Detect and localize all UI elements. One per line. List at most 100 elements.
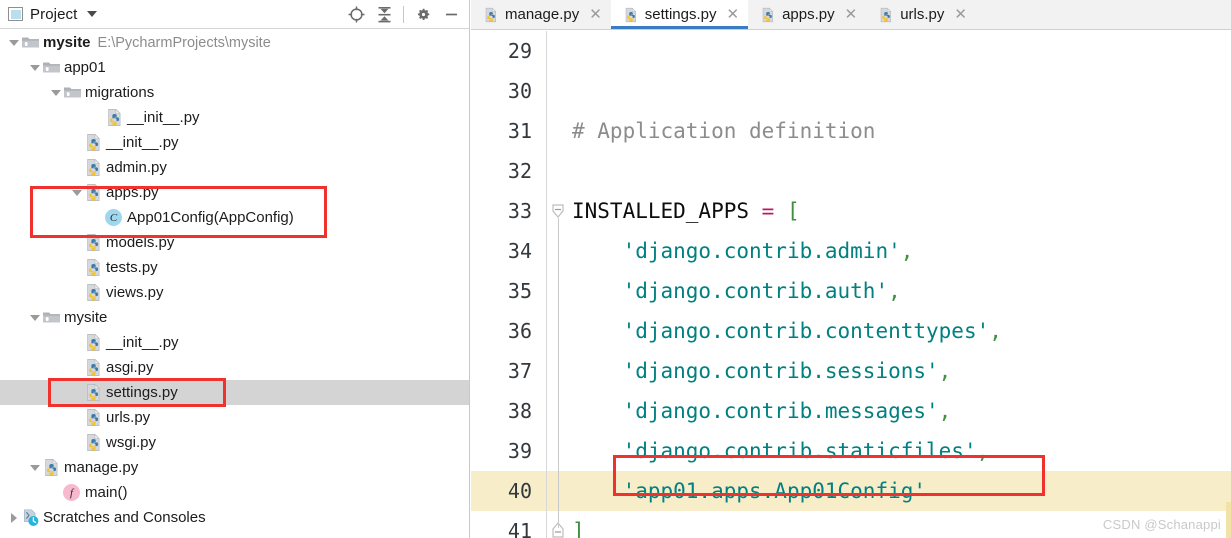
fold-spacer [546,231,572,271]
code-line-38[interactable]: 38 'django.contrib.messages', [471,391,1231,431]
scratches-icon [21,508,40,527]
editor-area: manage.py✕settings.py✕apps.py✕ urls.py ✕ 2… [471,0,1231,538]
python-file-icon [878,7,894,23]
folder-icon [42,308,61,327]
tree-row-label: Scratches and Consoles [43,505,206,530]
tree-row-mysite-root[interactable]: mysite E:\PycharmProjects\mysite [0,30,469,55]
token-plain [572,359,623,383]
code-text: 'django.contrib.staticfiles', [572,431,989,471]
token-bracket: [ [787,199,800,223]
tree-row-label: views.py [106,280,164,305]
tree-row-label: main() [85,480,128,505]
token-plain [572,479,623,503]
fold-collapse-icon[interactable] [546,191,572,231]
chevron-down-icon[interactable] [69,180,84,205]
code-line-36[interactable]: 36 'django.contrib.contenttypes', [471,311,1231,351]
tree-row-migrations[interactable]: migrations [0,80,469,105]
panel-title: Project [30,6,77,23]
tree-row-mysite-pkg[interactable]: mysite [0,305,469,330]
chevron-down-icon[interactable] [27,55,42,80]
editor-tab-urls-py[interactable]: urls.py ✕ [866,0,976,29]
token-plain [572,239,623,263]
fold-spacer [546,31,572,71]
tree-row-label: settings.py [106,380,178,405]
tree-row-app01[interactable]: app01 [0,55,469,80]
tree-row-apps-py[interactable]: apps.py [0,180,469,205]
close-icon[interactable]: ✕ [954,7,967,22]
tree-row-app01config-class[interactable]: CApp01Config(AppConfig) [0,205,469,230]
code-editor[interactable]: 293031 # Application definition3233INSTAL… [471,31,1231,538]
tree-row-wsgi-py[interactable]: wsgi.py [0,430,469,455]
fold-end-icon[interactable] [546,511,572,538]
chevron-right-icon[interactable] [6,505,21,530]
minimize-icon[interactable] [437,1,465,27]
chevron-down-icon[interactable] [6,30,21,55]
editor-tab-manage-py[interactable]: manage.py✕ [471,0,611,29]
chevron-down-icon[interactable] [27,455,42,480]
editor-tab-bar: manage.py✕settings.py✕apps.py✕ urls.py ✕ [471,0,1231,30]
chevron-down-icon[interactable] [48,80,63,105]
code-line-37[interactable]: 37 'django.contrib.sessions', [471,351,1231,391]
gutter-separator [546,31,547,538]
tree-row-urls-py[interactable]: urls.py [0,405,469,430]
code-line-40[interactable]: 40 'app01.apps.App01Config' [471,471,1231,511]
tree-row-main-func[interactable]: fmain() [0,480,469,505]
code-text: # Application definition [572,111,875,151]
editor-tab-apps-py[interactable]: apps.py✕ [748,0,866,29]
code-text: 'django.contrib.sessions', [572,351,951,391]
token-plain [572,319,623,343]
token-op: = [762,199,775,223]
tree-row-label: mysite [64,305,107,330]
tree-row-scratches[interactable]: Scratches and Consoles [0,505,469,530]
watermark-text: CSDN @Schanappi [1103,517,1221,532]
tree-row-settings-py[interactable]: settings.py [0,380,469,405]
code-line-34[interactable]: 34 'django.contrib.admin', [471,231,1231,271]
collapse-all-icon[interactable] [370,1,398,27]
line-number: 31 [471,111,546,151]
folder-icon [21,33,40,52]
python-file-icon [84,333,103,352]
code-line-39[interactable]: 39 'django.contrib.staticfiles', [471,431,1231,471]
chevron-down-icon[interactable] [87,11,97,17]
close-icon[interactable]: ✕ [845,7,858,22]
tab-label: urls.py [900,6,944,23]
code-line-33[interactable]: 33INSTALLED_APPS = [ [471,191,1231,231]
project-tree[interactable]: mysite E:\PycharmProjects\mysite app01migr… [0,30,469,538]
tree-row-mysite-init[interactable]: __init__.py [0,330,469,355]
tree-row-views-py[interactable]: views.py [0,280,469,305]
python-file-icon [760,7,776,23]
fold-spacer [546,71,572,111]
tree-row-label: mysite [43,30,91,55]
twisty-spacer [69,380,84,405]
project-box-icon [8,7,23,21]
close-icon[interactable]: ✕ [727,7,740,22]
tree-row-asgi-py[interactable]: asgi.py [0,355,469,380]
chevron-down-icon[interactable] [27,305,42,330]
tree-row-path: E:\PycharmProjects\mysite [98,35,271,51]
code-line-30[interactable]: 30 [471,71,1231,111]
python-file-icon [84,183,103,202]
twisty-spacer [69,230,84,255]
tree-row-label: apps.py [106,180,159,205]
scrollbar-marker[interactable] [1226,502,1231,538]
tree-row-app01-init[interactable]: __init__.py [0,130,469,155]
code-line-32[interactable]: 32 [471,151,1231,191]
fold-spacer [546,471,572,511]
code-line-29[interactable]: 29 [471,31,1231,71]
editor-tab-settings-py[interactable]: settings.py✕ [611,0,748,29]
fold-spacer [546,351,572,391]
code-line-31[interactable]: 31 # Application definition [471,111,1231,151]
tree-row-models-py[interactable]: models.py [0,230,469,255]
token-plain [572,439,623,463]
project-title-group[interactable]: Project [8,6,97,23]
tree-row-label: admin.py [106,155,167,180]
tree-row-manage-py[interactable]: manage.py [0,455,469,480]
locate-icon[interactable] [342,1,370,27]
tree-row-tests-py[interactable]: tests.py [0,255,469,280]
gear-icon[interactable] [409,1,437,27]
code-line-35[interactable]: 35 'django.contrib.auth', [471,271,1231,311]
close-icon[interactable]: ✕ [589,7,602,22]
tree-row-migrations-init[interactable]: __init__.py [0,105,469,130]
tree-row-admin-py[interactable]: admin.py [0,155,469,180]
token-bracket: , [939,399,952,423]
